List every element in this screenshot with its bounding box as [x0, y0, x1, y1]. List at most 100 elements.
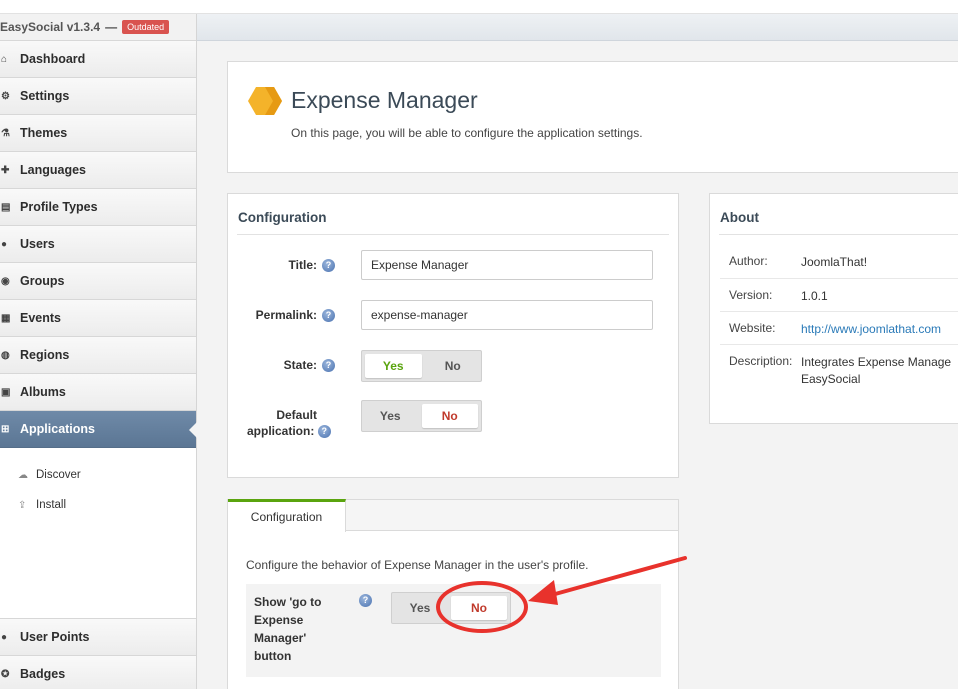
about-row-website: Website: http://www.joomlathat.com [720, 311, 958, 344]
permalink-label: Permalink: [255, 308, 317, 322]
state-label: State: [283, 358, 317, 372]
default-label-line1: Default [276, 408, 317, 422]
user-icon: ● [1, 238, 8, 250]
title-label: Title: [288, 258, 317, 272]
sidebar-item-label: Groups [20, 274, 65, 288]
sidebar-item-groups[interactable]: ◉ Groups [0, 263, 196, 300]
sidebar-item-themes[interactable]: ⚗ Themes [0, 115, 196, 152]
gear-icon: ⚙ [1, 90, 10, 102]
sidebar-item-users[interactable]: ● Users [0, 226, 196, 263]
sidebar-item-languages[interactable]: ✚ Languages [0, 152, 196, 189]
about-key: Website: [729, 321, 776, 335]
cloud-icon: ☁ [18, 469, 28, 481]
default-application-toggle[interactable]: Yes No [361, 400, 482, 432]
upload-icon: ⇪ [18, 499, 27, 511]
sidebar: EasySocial v1.3.4 — Outdated ⌂ Dashboard… [0, 14, 197, 689]
about-panel: About Author: JoomlaThat! Version: 1.0.1… [709, 193, 958, 424]
sidebar-subitem-install[interactable]: ⇪ Install [0, 490, 196, 520]
show-button-label: Show 'go to Expense Manager' button [254, 595, 322, 663]
about-key: Version: [729, 288, 773, 302]
sidebar-item-dashboard[interactable]: ⌂ Dashboard [0, 41, 196, 78]
permalink-field[interactable] [361, 300, 653, 330]
page-title: Expense Manager [291, 87, 478, 113]
about-row-author: Author: JoomlaThat! [720, 245, 958, 278]
state-no-option[interactable]: No [425, 351, 482, 381]
sidebar-item-label: Regions [20, 348, 70, 362]
state-toggle[interactable]: Yes No [361, 350, 482, 382]
description-line2: EasySocial [801, 372, 861, 386]
tab-configuration[interactable]: Configuration [228, 499, 346, 532]
sidebar-item-label: Themes [20, 126, 68, 140]
page-description: On this page, you will be able to config… [291, 126, 643, 140]
sidebar-item-settings[interactable]: ⚙ Settings [0, 78, 196, 115]
help-icon[interactable]: ? [322, 259, 335, 272]
sidebar-item-label: User Points [20, 630, 90, 644]
description-line1: Integrates Expense Manage [801, 355, 952, 369]
id-card-icon: ▤ [1, 201, 11, 213]
group-icon: ◉ [1, 275, 10, 287]
setting-row: Show 'go to Expense Manager' button ? Ye… [246, 584, 661, 677]
about-value: JoomlaThat! [801, 255, 868, 269]
default-application-label: Default [231, 406, 317, 424]
hexagon-app-icon [248, 87, 282, 115]
website-link[interactable]: http://www.joomlathat.com [801, 322, 941, 336]
calendar-icon: ▦ [1, 312, 11, 324]
show-button-toggle[interactable]: Yes No [391, 592, 511, 624]
divider [719, 234, 958, 235]
sidebar-item-albums[interactable]: ▣ Albums [0, 374, 196, 411]
home-icon: ⌂ [1, 53, 8, 65]
sidebar-item-label: Users [20, 237, 55, 251]
puzzle-icon: ✚ [1, 164, 10, 176]
top-strip [0, 0, 958, 14]
sidebar-bottom-nav: ● User Points ✪ Badges [0, 618, 196, 689]
sidebar-item-label: Settings [20, 89, 70, 103]
sidebar-item-badges[interactable]: ✪ Badges [0, 656, 196, 689]
plus-box-icon: ⊞ [1, 423, 10, 435]
brand-bar: EasySocial v1.3.4 — Outdated [0, 14, 196, 41]
panel-heading: Configuration [238, 210, 327, 225]
sidebar-subitem-discover[interactable]: ☁ Discover [0, 460, 196, 490]
sidebar-item-label: Badges [20, 667, 66, 681]
configuration-panel: Configuration Title: ? Permalink: ? Stat… [227, 193, 679, 478]
tab-bar: Configuration [228, 499, 678, 532]
help-icon[interactable]: ? [317, 425, 331, 439]
brand-name: EasySocial v1.3.4 [0, 20, 101, 34]
help-icon[interactable]: ? [322, 309, 335, 322]
about-row-version: Version: 1.0.1 [720, 278, 958, 311]
badge-icon: ✪ [1, 668, 10, 680]
show-button-yes-option[interactable]: Yes [392, 593, 448, 623]
tab-description: Configure the behavior of Expense Manage… [246, 558, 589, 572]
sidebar-item-label: Events [20, 311, 61, 325]
sidebar-item-profile-types[interactable]: ▤ Profile Types [0, 189, 196, 226]
outdated-badge[interactable]: Outdated [122, 20, 170, 34]
sidebar-item-applications[interactable]: ⊞ Applications [0, 411, 197, 448]
sidebar-item-user-points[interactable]: ● User Points [0, 619, 196, 656]
globe-icon: ◍ [1, 349, 10, 361]
about-table: Author: JoomlaThat! Version: 1.0.1 Websi… [720, 245, 958, 388]
divider [237, 234, 669, 235]
about-value: Integrates Expense Manage EasySocial [801, 354, 958, 388]
help-icon[interactable]: ? [322, 359, 335, 372]
page-header: Expense Manager On this page, you will b… [227, 61, 958, 173]
sidebar-item-label: Languages [20, 163, 86, 177]
show-button-no-option[interactable]: No [451, 596, 507, 620]
about-key: Author: [729, 254, 768, 268]
sidebar-item-label: Profile Types [20, 200, 98, 214]
sidebar-item-label: Applications [20, 422, 96, 436]
default-yes-option[interactable]: Yes [362, 401, 419, 431]
sidebar-item-regions[interactable]: ◍ Regions [0, 337, 196, 374]
about-row-description: Description: Integrates Expense Manage E… [720, 344, 958, 388]
circle-icon: ● [1, 631, 8, 643]
sidebar-item-label: Albums [20, 385, 66, 399]
sidebar-item-events[interactable]: ▦ Events [0, 300, 196, 337]
state-yes-option[interactable]: Yes [365, 354, 422, 378]
sidebar-item-label: Dashboard [20, 52, 86, 66]
help-icon[interactable]: ? [359, 594, 372, 607]
sidebar-subitem-label: Install [36, 499, 67, 511]
about-value: 1.0.1 [801, 289, 828, 303]
default-application-label-line2: application: ? [247, 424, 331, 439]
profile-config-panel: Configuration Configure the behavior of … [227, 499, 679, 689]
title-field[interactable] [361, 250, 653, 280]
sidebar-subitem-label: Discover [36, 469, 81, 481]
default-no-option[interactable]: No [421, 404, 478, 428]
